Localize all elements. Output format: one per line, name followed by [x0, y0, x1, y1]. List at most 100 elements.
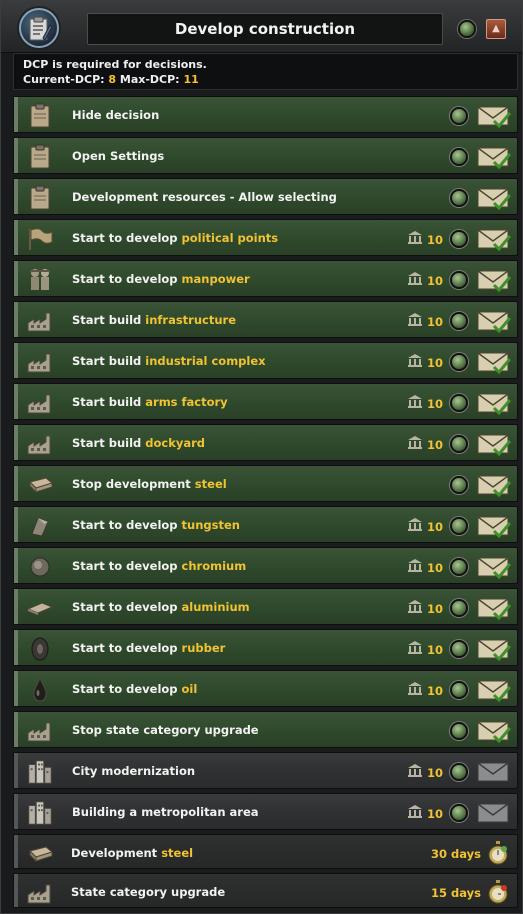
decision-label-text: Start build: [72, 313, 146, 327]
envelope-check-icon[interactable]: [477, 350, 512, 375]
dcp-cost: 10: [407, 272, 443, 289]
envelope-check-icon[interactable]: [477, 596, 512, 621]
decision-label: Open Settings: [72, 149, 164, 163]
envelope-check-icon[interactable]: [477, 514, 512, 539]
envelope-check-icon[interactable]: [477, 637, 512, 662]
envelope-icon[interactable]: [477, 760, 511, 784]
dcp-cost: 10: [407, 231, 443, 248]
panel-title: Develop construction: [87, 13, 443, 45]
envelope-check-icon[interactable]: [477, 678, 512, 703]
status-circle-icon: [450, 435, 468, 453]
decision-row[interactable]: Stop development steel: [13, 465, 518, 502]
decision-row[interactable]: Start to develop political points 10: [13, 219, 518, 256]
tungsten-icon: [26, 512, 54, 540]
decision-row[interactable]: City modernization 10: [13, 752, 518, 789]
row-accent: [14, 302, 18, 337]
envelope-check-icon[interactable]: [477, 309, 512, 334]
mission-label: State category upgrade: [71, 885, 225, 899]
decision-row[interactable]: Building a metropolitan area 10: [13, 793, 518, 830]
decision-row[interactable]: Start to develop rubber 10: [13, 629, 518, 666]
decision-row[interactable]: Hide decision: [13, 96, 518, 133]
stopwatch-green-icon: [487, 840, 509, 866]
row-accent: [14, 753, 18, 788]
decision-label: Start to develop manpower: [72, 272, 250, 286]
decision-label: City modernization: [72, 764, 195, 778]
aluminium-icon: [26, 594, 54, 622]
row-accent: [14, 835, 18, 868]
current-dcp-value: 8: [108, 73, 117, 86]
envelope-check-icon[interactable]: [477, 145, 512, 170]
envelope-check-icon[interactable]: [477, 391, 512, 416]
decision-row[interactable]: Start build infrastructure 10: [13, 301, 518, 338]
dcp-cost-value: 10: [427, 355, 444, 370]
status-circle-icon: [450, 312, 468, 330]
decision-label-text: City modernization: [72, 764, 196, 778]
status-circle-icon: [450, 640, 468, 658]
decision-label-text: Hide decision: [72, 108, 160, 122]
steel-ingot-icon: [26, 471, 54, 499]
steel-ingot-icon: [26, 840, 54, 868]
row-accent: [14, 97, 18, 132]
decision-row[interactable]: Start build dockyard 10: [13, 424, 518, 461]
decision-row[interactable]: Start build arms factory 10: [13, 383, 518, 420]
decision-label: Start to develop rubber: [72, 641, 225, 655]
decision-label: Stop state category upgrade: [72, 723, 259, 737]
decision-label: Building a metropolitan area: [72, 805, 259, 819]
decision-row[interactable]: Start to develop tungsten 10: [13, 506, 518, 543]
pillar-icon: [407, 518, 423, 535]
status-circle-icon: [450, 804, 468, 822]
dcp-cost-value: 10: [427, 765, 444, 780]
collapse-button[interactable]: ▲: [486, 19, 506, 39]
decision-label-highlight: industrial complex: [145, 354, 266, 368]
decision-row[interactable]: Stop state category upgrade: [13, 711, 518, 748]
decision-row[interactable]: Development resources - Allow selecting: [13, 178, 518, 215]
status-circle-icon: [450, 517, 468, 535]
envelope-check-icon[interactable]: [477, 268, 512, 293]
active-mission-row[interactable]: State category upgrade 15 days: [13, 873, 518, 908]
decision-row[interactable]: Open Settings: [13, 137, 518, 174]
envelope-check-icon[interactable]: [477, 555, 512, 580]
decision-label: Start to develop political points: [72, 231, 278, 245]
status-circle-icon: [450, 763, 468, 781]
decision-label: Start to develop chromium: [72, 559, 246, 573]
row-accent: [14, 874, 18, 907]
pillar-icon: [407, 682, 423, 699]
decision-row[interactable]: Start to develop oil 10: [13, 670, 518, 707]
envelope-check-icon[interactable]: [477, 473, 512, 498]
row-accent: [14, 384, 18, 419]
decision-row[interactable]: Start to develop manpower 10: [13, 260, 518, 297]
active-mission-row[interactable]: Development steel 30 days: [13, 834, 518, 869]
dcp-cost: 10: [407, 805, 443, 822]
decision-panel: Develop construction ▲ DCP is required f…: [0, 0, 523, 914]
envelope-icon[interactable]: [477, 801, 511, 825]
decision-row[interactable]: Start to develop aluminium 10: [13, 588, 518, 625]
city-icon: [26, 758, 54, 786]
decision-row[interactable]: Start build industrial complex 10: [13, 342, 518, 379]
mission-label-highlight: steel: [161, 846, 194, 860]
envelope-check-icon[interactable]: [477, 719, 512, 744]
toggle-circle-button[interactable]: [458, 20, 476, 38]
pillar-icon: [407, 436, 423, 453]
pillar-icon: [407, 395, 423, 412]
decision-label-text: Start to develop: [72, 231, 182, 245]
dcp-cost-value: 10: [427, 232, 444, 247]
row-accent: [14, 794, 18, 829]
max-dcp-value: 11: [183, 73, 199, 86]
building-icon: [26, 430, 54, 458]
stopwatch-red-icon: [487, 879, 509, 905]
envelope-check-icon[interactable]: [477, 432, 512, 457]
status-circle-icon: [450, 148, 468, 166]
envelope-check-icon[interactable]: [477, 104, 512, 129]
row-accent: [14, 138, 18, 173]
decision-label-text: Start to develop: [72, 272, 182, 286]
envelope-check-icon[interactable]: [477, 186, 512, 211]
building-icon: [26, 389, 54, 417]
dcp-values: Current-DCP: 8 Max-DCP: 11: [23, 72, 508, 87]
envelope-check-icon[interactable]: [477, 227, 512, 252]
status-circle-icon: [450, 476, 468, 494]
row-accent: [14, 589, 18, 624]
dcp-cost-value: 10: [427, 396, 444, 411]
decision-label-highlight: tungsten: [181, 518, 240, 532]
chromium-icon: [26, 553, 54, 581]
decision-row[interactable]: Start to develop chromium 10: [13, 547, 518, 584]
